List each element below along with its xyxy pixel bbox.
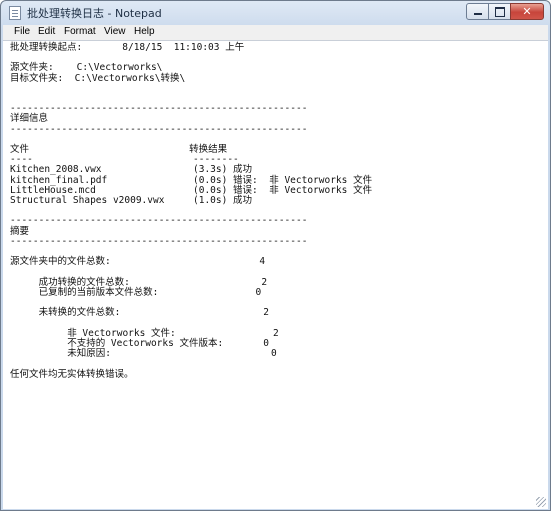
maximize-icon bbox=[495, 7, 505, 17]
resize-grip[interactable] bbox=[536, 497, 546, 507]
window-title: 批处理转换日志 - Notepad bbox=[27, 7, 162, 20]
close-icon: ✕ bbox=[522, 5, 532, 18]
maximize-button[interactable] bbox=[488, 3, 511, 20]
menu-format[interactable]: Format bbox=[64, 26, 96, 37]
menu-help[interactable]: Help bbox=[134, 26, 155, 37]
minimize-icon bbox=[474, 13, 482, 15]
log-text[interactable]: 批处理转换起点: 8/18/15 11:10:03 上午 源文件夹: C:\Ve… bbox=[10, 42, 540, 380]
text-editor[interactable]: 批处理转换起点: 8/18/15 11:10:03 上午 源文件夹: C:\Ve… bbox=[3, 40, 548, 509]
menu-edit[interactable]: Edit bbox=[38, 26, 55, 37]
notepad-window: 批处理转换日志 - Notepad ✕ File Edit Format Vie… bbox=[0, 0, 551, 511]
title-bar[interactable]: 批处理转换日志 - Notepad ✕ bbox=[1, 1, 550, 25]
menu-bar: File Edit Format View Help bbox=[3, 25, 548, 40]
close-button[interactable]: ✕ bbox=[510, 3, 544, 20]
menu-view[interactable]: View bbox=[104, 26, 126, 37]
notepad-icon[interactable] bbox=[9, 6, 21, 20]
minimize-button[interactable] bbox=[466, 3, 489, 20]
menu-file[interactable]: File bbox=[14, 26, 30, 37]
